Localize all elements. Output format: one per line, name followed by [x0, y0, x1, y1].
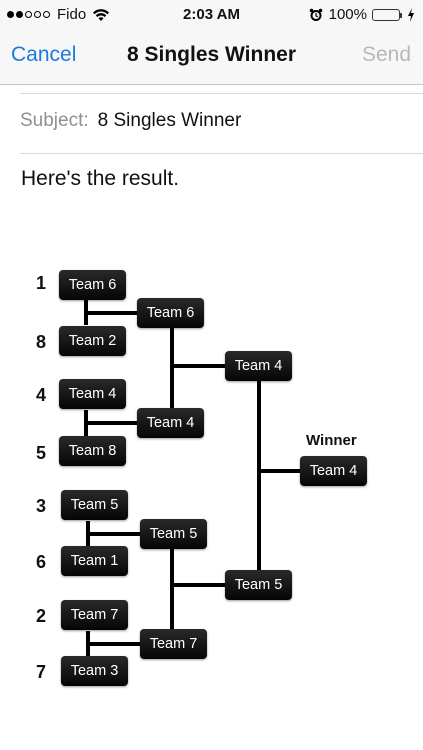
round2-team: Team 7: [140, 629, 207, 659]
round1-team: Team 5: [61, 490, 128, 520]
seed-number: 7: [35, 662, 46, 682]
seed-number: 8: [35, 332, 46, 352]
winner-team: Team 4: [300, 456, 367, 486]
round1-team: Team 7: [61, 600, 128, 630]
round1-team: Team 2: [59, 326, 126, 356]
round3-team: Team 4: [225, 351, 292, 381]
seed-number: 6: [35, 552, 46, 572]
seed-number: 2: [35, 606, 46, 626]
seed-number: 1: [35, 273, 46, 293]
seed-number: 4: [35, 385, 46, 405]
bracket-image: 1 8 4 5 3 6 2 7 Team 6 Team 2 Team 4 Tea…: [0, 0, 423, 750]
round2-team: Team 5: [140, 519, 207, 549]
round1-team: Team 8: [59, 436, 126, 466]
round1-team: Team 1: [61, 546, 128, 576]
round2-team: Team 4: [137, 408, 204, 438]
round1-team: Team 3: [61, 656, 128, 686]
round3-team: Team 5: [225, 570, 292, 600]
round2-team: Team 6: [137, 298, 204, 328]
winner-label: Winner: [306, 432, 357, 449]
seed-number: 3: [35, 496, 46, 516]
round1-team: Team 6: [59, 270, 126, 300]
bracket-lines: [84, 300, 300, 656]
round1-team: Team 4: [59, 379, 126, 409]
seed-number: 5: [35, 443, 46, 463]
